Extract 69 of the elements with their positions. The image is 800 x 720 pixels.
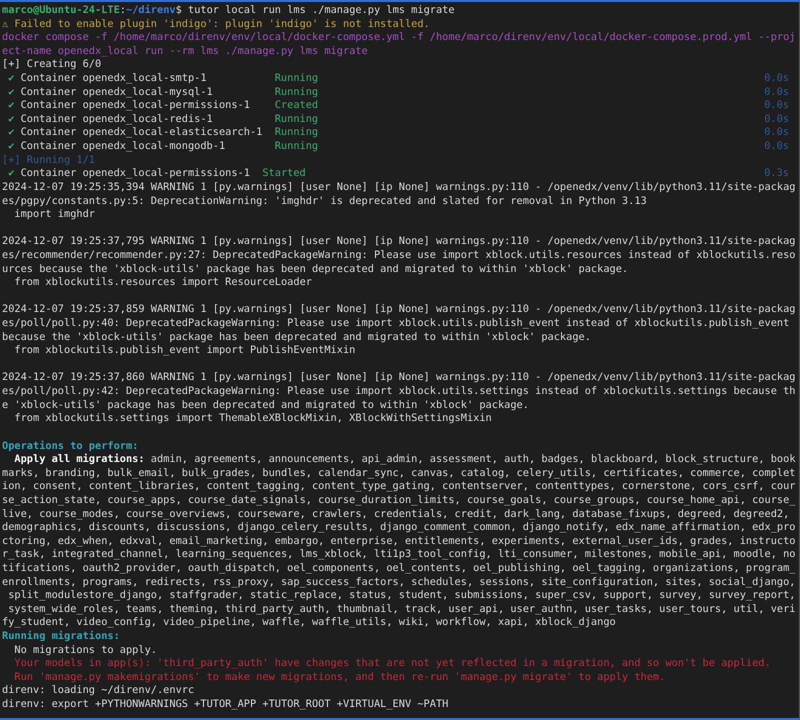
- output-line: No migrations to apply.: [13, 644, 158, 658]
- output-line: es/pgpy/constants.py:5: DeprecationWarning: 'imghdr' is deprecated and slated for removal in Python 3.13: [2, 194, 648, 208]
- container-status: Created: [274, 99, 318, 113]
- elapsed-time: 0.0s: [764, 112, 789, 126]
- output-line: ctoring, edx_when, edxval, email_marketing, embargo, enterprise, entitlements, experiments, external_user_ids, grades, instructo: [2, 534, 797, 548]
- output-line: direnv: export +PYTHONWARNINGS +TUTOR_APP +TUTOR_ROOT +VIRTUAL_ENV ~PATH: [2, 698, 450, 712]
- elapsed-time: 0.0s: [764, 140, 789, 154]
- output-line: system_wide_roles, teams, theming, third_party_auth, thumbnail, track, user_api, user_authn, user_tasks, user_tours, util, veri: [7, 602, 797, 616]
- output-line: 2024-12-07 19:25:37,859 WARNING 1 [py.warnings] [user None] [ip None] warnings.py:110 - /openedx/venv/lib/python3.11/site-packag: [2, 303, 797, 318]
- elapsed-time: 0.0s: [764, 99, 789, 113]
- output-line: split_modulestore_django, staffgrader, static_replace, status, student, submissions, super_csv, support, survey, survey_report,: [7, 589, 797, 603]
- command-prompt: marco@Ubuntu-24-LTE:~/direnv$ tutor local run lms ./manage.py lms migrate: [2, 4, 456, 18]
- check-mark: ✔: [8, 99, 14, 113]
- output-line: Apply all migrations: admin, agreements, announcements, api_admin, assessment, auth, badges, blackboard, block_structure, book: [13, 453, 797, 467]
- output-line: ⚠ Failed to enable plugin 'indigo': plugin 'indigo' is not installed.: [2, 18, 431, 32]
- output-line: marks, branding, bulk_email, bulk_grades, bundles, calendar_sync, canvas, catalog, celery_utils, certificates, commerce, complet: [2, 466, 797, 480]
- check-mark: ✔: [8, 112, 14, 126]
- output-line: 2024-12-07 19:25:37,795 WARNING 1 [py.warnings] [user None] [ip None] warnings.py:110 - /openedx/venv/lib/python3.11/site-packag: [2, 235, 797, 249]
- elapsed-time: 0.0s: [764, 126, 789, 140]
- output-line: docker compose -f /home/marco/direnv/env/local/docker-compose.yml -f /home/marco/direnv/env/local/docker-compose.prod.yml --proj: [2, 31, 797, 45]
- container-name: Container openedx_local-elasticsearch-1: [20, 126, 264, 140]
- output-line: because the 'xblock-utils' package has been deprecated and migrated to within 'xblock' package.: [2, 330, 592, 344]
- output-line: [+] Creating 6/0: [2, 58, 102, 72]
- output-line: ect-name openedx_local run --rm lms ./manage.py lms migrate: [2, 44, 369, 58]
- output-line: es/poll/poll.py:42: DeprecatedPackageWarning: Please use import xblock.utils.settings instead of xblockutils.settings because th: [2, 385, 797, 399]
- container-name: Container openedx_local-permissions-1: [20, 99, 251, 113]
- output-line: demographics, discounts, discussions, django_celery_results, django_comment_common, django_notify, edx_name_affirmation, edx_pro: [2, 521, 797, 535]
- check-mark: ✔: [8, 86, 14, 100]
- output-line: Operations to perform:: [2, 440, 140, 454]
- output-line: from xblockutils.publish_event import PublishEventMixin: [13, 344, 356, 358]
- output-line: Running migrations:: [2, 630, 121, 644]
- output-line: from xblockutils.resources import ResourceLoader: [13, 276, 313, 290]
- output-line: tifications, oauth2_provider, oauth_dispatch, oel_components, oel_contents, oel_publishing, oel_tagging, organizations, program_: [2, 562, 797, 576]
- elapsed-time: 0.0s: [764, 86, 789, 100]
- check-mark: ✔: [8, 126, 14, 140]
- output-line: e 'xblock-utils' package has been deprecated and migrated to within 'xblock' package.: [2, 398, 530, 412]
- output-line: es/poll/poll.py:40: DeprecatedPackageWarning: Please use import xblock.utils.publish_event instead of xblockutils.publish_event: [2, 317, 790, 331]
- container-name: Container openedx_local-redis-1: [20, 112, 214, 126]
- output-line: from xblockutils.settings import ThemableXBlockMixin, XBlockWithSettingsMixin: [13, 412, 493, 426]
- output-line: urces because the 'xblock-utils' package has been deprecated and migrated to within 'xblock' package.: [2, 262, 630, 276]
- container-name: Container openedx_local-mongodb-1: [20, 140, 226, 154]
- elapsed-time: 0.3s: [764, 167, 789, 181]
- output-line: se_action_state, course_apps, course_date_signals, course_duration_limits, course_goals, course_groups, course_home_api, course_: [2, 494, 797, 508]
- container-status: Running: [274, 126, 318, 140]
- container-name: Container openedx_local-permissions-1: [20, 167, 250, 181]
- output-line: import imghdr: [13, 208, 96, 222]
- container-status: Running: [274, 112, 318, 126]
- output-line: fy_student, video_config, video_pipeline, waffle, waffle_utils, wiki, workflow, xapi, xblock_django: [2, 616, 617, 630]
- output-line: es/recommender/recommender.py:27: DeprecatedPackageWarning: Please use import xblock.utils.resources instead of xblockutils.reso: [2, 248, 797, 263]
- output-line: r_task, integrated_channel, learning_sequences, lms_xblock, lti1p3_tool_config, lti_consumer, milestones, mobile_api, moodle, no: [2, 548, 797, 562]
- output-line: 2024-12-07 19:25:37,860 WARNING 1 [py.warnings] [user None] [ip None] warnings.py:110 - /openedx/venv/lib/python3.11/site-packag: [2, 371, 797, 386]
- output-line: direnv: loading ~/direnv/.envrc: [2, 684, 196, 698]
- container-status: Running: [274, 72, 318, 86]
- container-status: Started: [262, 167, 306, 181]
- output-line: [+] Running 1/1: [2, 154, 96, 168]
- container-status: Running: [274, 86, 318, 100]
- output-line: Your models in app(s): 'third_party_auth' have changes that are not yet reflected in a migration, and so won't be applied.: [13, 657, 772, 671]
- output-line: 2024-12-07 19:25:35,394 WARNING 1 [py.warnings] [user None] [ip None] warnings.py:110 - /openedx/venv/lib/python3.11/site-packag: [2, 180, 797, 195]
- container-status: Running: [274, 140, 318, 154]
- output-line: Run 'manage.py makemigrations' to make new migrations, and then re-run 'manage.py migrate' to apply them.: [13, 670, 666, 684]
- elapsed-time: 0.0s: [764, 72, 789, 86]
- output-line: live, course_modes, course_overviews, courseware, crawlers, credentials, credit, dark_lang, database_fixups, degreed, degreed2,: [2, 508, 790, 522]
- check-mark: ✔: [8, 167, 14, 181]
- output-line: enrollments, programs, redirects, rss_proxy, sap_success_factors, schedules, sessions, site_configuration, sites, social_django,: [2, 576, 797, 590]
- output-line: ion, consent, content_libraries, content_tagging, content_type_gating, contentserver, contenttypes, cornerstone, cors_csrf, cour: [2, 480, 797, 494]
- container-name: Container openedx_local-smtp-1: [20, 72, 208, 86]
- check-mark: ✔: [8, 140, 14, 154]
- container-name: Container openedx_local-mysql-1: [20, 86, 214, 100]
- check-mark: ✔: [8, 72, 14, 86]
